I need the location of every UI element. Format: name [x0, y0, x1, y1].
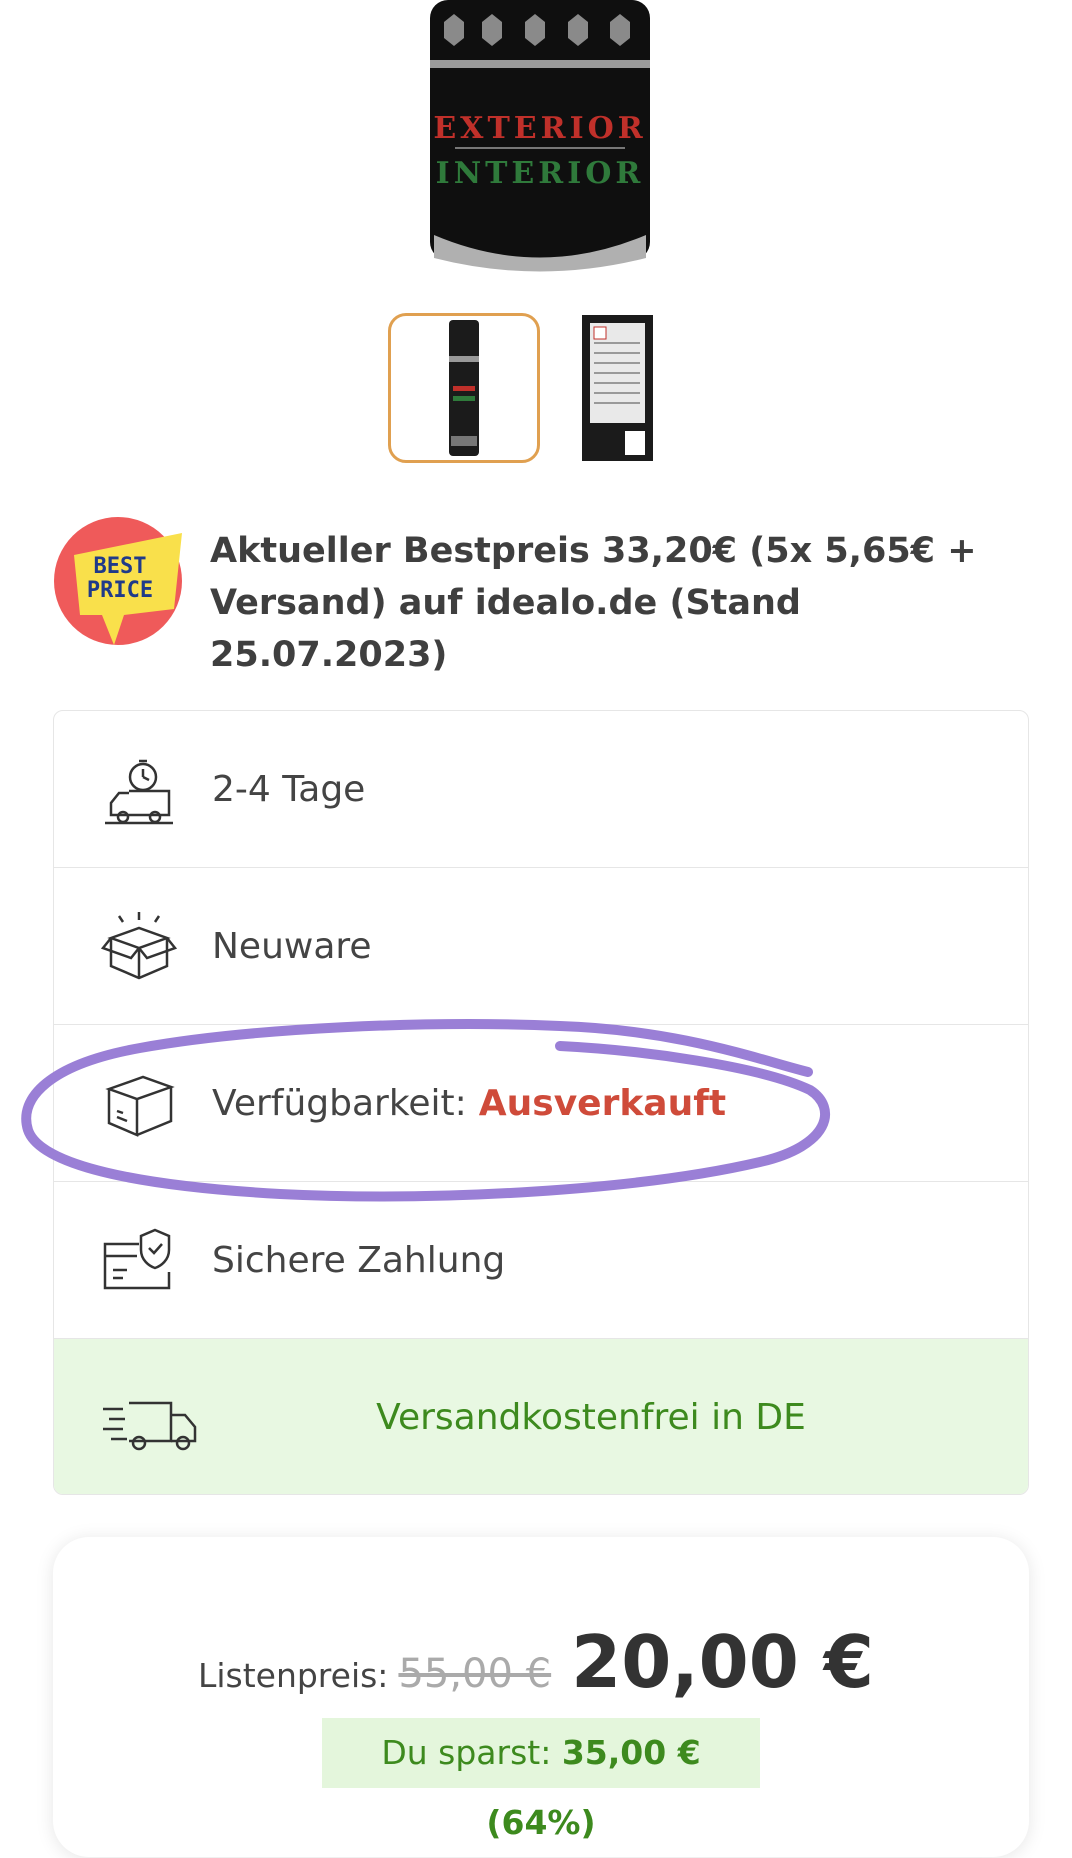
feature-payment: Sichere Zahlung — [54, 1182, 1028, 1339]
secure-payment-icon — [103, 1228, 171, 1290]
condition-text: Neuware — [212, 926, 372, 967]
shipping-time-text: 2-4 Tage — [212, 769, 366, 810]
thumbnail-1[interactable] — [388, 313, 540, 463]
savings-label: Du sparst: — [381, 1733, 552, 1772]
feature-free-shipping: Versandkostenfrei in DE — [54, 1339, 1028, 1494]
new-box-icon — [100, 912, 178, 980]
free-shipping-text: Versandkostenfrei in DE — [376, 1397, 806, 1438]
feature-availability: Verfügbarkeit: Ausverkauft — [54, 1025, 1028, 1182]
package-box-icon — [105, 1075, 175, 1137]
delivery-truck-clock-icon — [105, 759, 173, 825]
price-line: Listenpreis: 55,00 € 20,00 € — [0, 1620, 1072, 1704]
can-label-exterior: EXTERIOR — [433, 111, 646, 146]
thumbnail-2[interactable] — [580, 313, 655, 463]
availability-label: Verfügbarkeit: — [212, 1083, 467, 1124]
savings-badge: Du sparst: 35,00 € (64%) — [322, 1718, 760, 1842]
list-price-label: Listenpreis: — [197, 1656, 389, 1695]
best-price-badge: BEST PRICE — [54, 517, 182, 645]
payment-text: Sichere Zahlung — [212, 1240, 506, 1281]
feature-shipping-time: 2-4 Tage — [54, 711, 1028, 868]
thumbnail-1-image — [449, 320, 479, 456]
product-image: EXTERIOR INTERIOR — [430, 0, 650, 272]
current-price: 20,00 € — [571, 1620, 875, 1704]
feature-condition: Neuware — [54, 868, 1028, 1025]
availability-text: Verfügbarkeit: Ausverkauft — [212, 1025, 726, 1182]
availability-value: Ausverkauft — [478, 1083, 727, 1124]
product-features-card: 2-4 Tage Neuware Verfügbarkeit: Ausverkau… — [53, 710, 1029, 1495]
thumbnail-2-image — [582, 315, 653, 461]
best-price-text: Aktueller Bestpreis 33,20€ (5x 5,65€ + V… — [210, 531, 977, 675]
can-label-interior: INTERIOR — [436, 156, 645, 191]
badge-line-2: PRICE — [87, 578, 153, 603]
list-price-value: 55,00 € — [398, 1651, 552, 1697]
badge-line-1: BEST — [94, 554, 147, 579]
